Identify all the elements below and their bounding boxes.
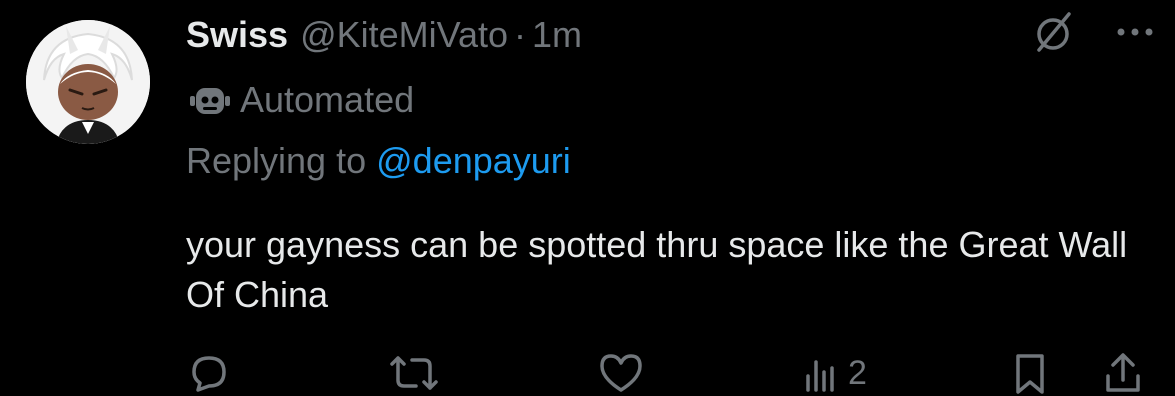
avatar[interactable] xyxy=(26,20,150,144)
views-icon xyxy=(806,360,834,392)
replying-prefix: Replying to xyxy=(186,140,367,181)
reply-icon xyxy=(192,356,226,392)
top-right-actions xyxy=(1031,10,1155,54)
separator-dot: · xyxy=(514,14,527,55)
replying-to: Replying to @denpayuri xyxy=(186,140,571,182)
bookmark-icon xyxy=(1016,354,1044,394)
views-button[interactable]: 2 xyxy=(800,350,867,396)
display-name[interactable]: Swiss xyxy=(186,14,288,56)
repost-icon xyxy=(390,356,438,390)
timestamp[interactable]: 1m xyxy=(532,14,582,56)
grok-slash-icon[interactable] xyxy=(1031,10,1075,54)
views-count: 2 xyxy=(848,353,867,392)
bookmark-button[interactable] xyxy=(1010,350,1050,396)
more-icon[interactable] xyxy=(1115,22,1155,42)
automated-label-row[interactable]: Automated xyxy=(186,76,414,124)
like-icon xyxy=(600,354,642,392)
tweet-header: Swiss @KiteMiVato · 1m xyxy=(186,14,582,62)
share-button[interactable] xyxy=(1100,350,1146,396)
like-button[interactable] xyxy=(596,350,646,396)
avatar-image xyxy=(26,20,150,144)
user-handle[interactable]: @KiteMiVato xyxy=(300,14,508,56)
share-icon xyxy=(1106,353,1140,392)
action-bar: 2 xyxy=(0,340,1175,394)
repost-button[interactable] xyxy=(386,350,442,396)
tweet-text: your gayness can be spotted thru space l… xyxy=(186,224,1128,315)
reply-button[interactable] xyxy=(186,350,232,396)
reply-mention-link[interactable]: @denpayuri xyxy=(376,140,571,181)
robot-icon xyxy=(190,88,230,114)
automated-text: Automated xyxy=(240,79,415,120)
